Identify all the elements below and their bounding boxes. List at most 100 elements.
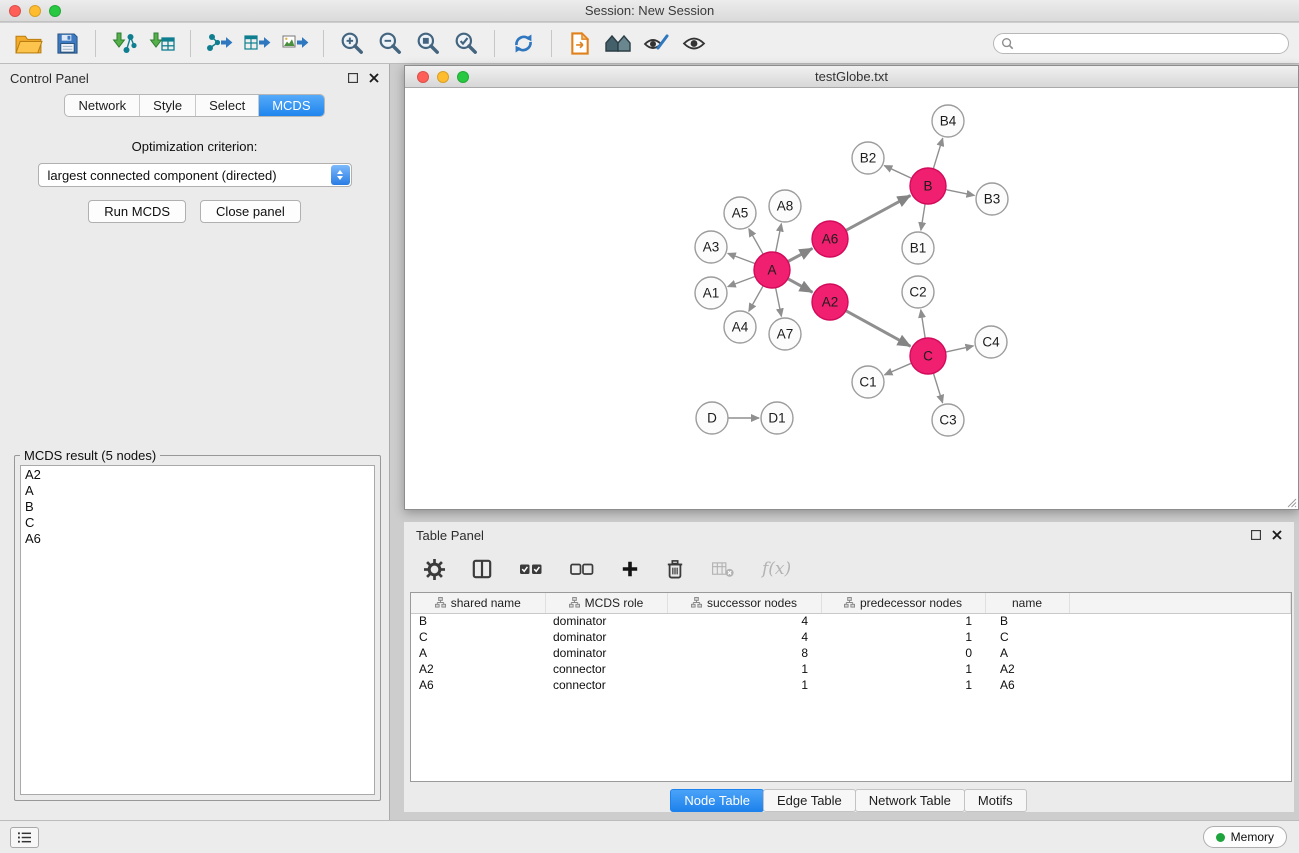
table-cell[interactable]: B <box>985 613 1069 629</box>
table-row[interactable]: A6connector11A6 <box>411 677 1291 693</box>
network-edge[interactable] <box>788 248 813 261</box>
table-cell[interactable]: dominator <box>545 629 667 645</box>
table-cell[interactable]: 0 <box>821 645 985 661</box>
home-network-icon[interactable] <box>599 26 637 60</box>
zoom-selected-icon[interactable] <box>447 26 485 60</box>
network-edge[interactable] <box>921 310 925 338</box>
table-row[interactable]: Adominator80A <box>411 645 1291 661</box>
network-node[interactable]: B2 <box>852 142 884 174</box>
column-header-predecessor-nodes[interactable]: predecessor nodes <box>821 593 985 613</box>
memory-button[interactable]: Memory <box>1203 826 1287 848</box>
minimize-window-button[interactable] <box>29 5 41 17</box>
mcds-result-item[interactable]: A6 <box>25 531 370 547</box>
network-edge[interactable] <box>933 138 942 169</box>
export-image-icon[interactable] <box>276 26 314 60</box>
zoom-in-icon[interactable] <box>333 26 371 60</box>
network-edge[interactable] <box>846 311 911 347</box>
show-hide-details-icon[interactable] <box>675 26 713 60</box>
table-cell[interactable]: A6 <box>411 677 545 693</box>
deselect-all-icon[interactable] <box>570 562 594 577</box>
table-header-row[interactable]: shared name MCDS role successor nodes pr… <box>411 593 1291 613</box>
network-node[interactable]: C3 <box>932 404 964 436</box>
zoom-window-button[interactable] <box>49 5 61 17</box>
network-edge[interactable] <box>776 288 782 317</box>
table-cell[interactable]: 1 <box>821 629 985 645</box>
float-panel-icon[interactable] <box>348 73 358 83</box>
table-cell[interactable]: A2 <box>985 661 1069 677</box>
network-node[interactable]: C2 <box>902 276 934 308</box>
table-cell[interactable]: 4 <box>667 629 821 645</box>
network-edge[interactable] <box>933 373 942 403</box>
network-node[interactable]: C1 <box>852 366 884 398</box>
export-table-icon[interactable] <box>238 26 276 60</box>
network-edge[interactable] <box>884 166 911 179</box>
table-cell[interactable]: connector <box>545 677 667 693</box>
close-panel-icon[interactable] <box>369 73 379 83</box>
network-node[interactable]: C <box>910 338 946 374</box>
tab-style[interactable]: Style <box>139 95 195 116</box>
network-node[interactable]: A4 <box>724 311 756 343</box>
network-edge[interactable] <box>846 196 911 231</box>
export-network-icon[interactable] <box>200 26 238 60</box>
network-close-button[interactable] <box>417 71 429 83</box>
network-edge[interactable] <box>749 229 763 255</box>
tab-mcds[interactable]: MCDS <box>258 95 323 116</box>
delete-column-trash-icon[interactable] <box>666 559 684 579</box>
search-field[interactable] <box>993 33 1289 54</box>
mcds-result-item[interactable]: C <box>25 515 370 531</box>
table-cell[interactable]: 8 <box>667 645 821 661</box>
network-node[interactable]: A2 <box>812 284 848 320</box>
network-edge[interactable] <box>728 276 755 286</box>
tab-network-table[interactable]: Network Table <box>855 789 965 812</box>
show-columns-icon[interactable] <box>472 559 492 579</box>
network-node[interactable]: B4 <box>932 105 964 137</box>
network-node[interactable]: A8 <box>769 190 801 222</box>
network-node[interactable]: A <box>754 252 790 288</box>
table-settings-gear-icon[interactable] <box>424 559 445 580</box>
network-node[interactable]: B1 <box>902 232 934 264</box>
table-cell[interactable]: 1 <box>821 613 985 629</box>
network-edge[interactable] <box>728 253 755 263</box>
network-window-titlebar[interactable]: testGlobe.txt <box>405 66 1298 88</box>
network-node[interactable]: A1 <box>695 277 727 309</box>
mcds-result-item[interactable]: A <box>25 483 370 499</box>
column-header-successor-nodes[interactable]: successor nodes <box>667 593 821 613</box>
network-node[interactable]: A7 <box>769 318 801 350</box>
network-edge[interactable] <box>788 279 813 293</box>
zoom-fit-icon[interactable] <box>409 26 447 60</box>
network-edge[interactable] <box>921 204 925 230</box>
network-node[interactable]: A3 <box>695 231 727 263</box>
save-session-icon[interactable] <box>48 26 86 60</box>
tab-select[interactable]: Select <box>195 95 258 116</box>
table-cell[interactable]: 1 <box>821 677 985 693</box>
table-row[interactable]: Bdominator41B <box>411 613 1291 629</box>
select-all-icon[interactable] <box>519 562 543 577</box>
table-cell[interactable]: A6 <box>985 677 1069 693</box>
table-cell[interactable]: C <box>411 629 545 645</box>
column-header-mcds-role[interactable]: MCDS role <box>545 593 667 613</box>
table-cell[interactable]: A <box>411 645 545 661</box>
network-edge[interactable] <box>776 224 782 253</box>
close-table-panel-icon[interactable] <box>1272 530 1282 540</box>
network-minimize-button[interactable] <box>437 71 449 83</box>
network-edge[interactable] <box>885 363 912 375</box>
tab-node-table[interactable]: Node Table <box>670 789 764 812</box>
network-node[interactable]: A5 <box>724 197 756 229</box>
task-history-button[interactable] <box>10 827 39 848</box>
network-node[interactable]: C4 <box>975 326 1007 358</box>
network-node[interactable]: D1 <box>761 402 793 434</box>
table-cell[interactable]: A <box>985 645 1069 661</box>
table-cell[interactable]: C <box>985 629 1069 645</box>
show-graphics-details-icon[interactable] <box>637 26 675 60</box>
table-cell[interactable]: dominator <box>545 645 667 661</box>
tab-edge-table[interactable]: Edge Table <box>763 789 856 812</box>
search-input[interactable] <box>1018 35 1288 52</box>
column-header-shared-name[interactable]: shared name <box>411 593 545 613</box>
table-cell[interactable]: connector <box>545 661 667 677</box>
open-session-file-icon[interactable] <box>561 26 599 60</box>
table-cell[interactable]: dominator <box>545 613 667 629</box>
network-node[interactable]: A6 <box>812 221 848 257</box>
table-cell[interactable]: 4 <box>667 613 821 629</box>
network-canvas[interactable]: B4B2BB3B1A5A8A6A3AA1C2A2A4A7C4CC1C3DD1 <box>405 88 1298 509</box>
table-cell[interactable]: B <box>411 613 545 629</box>
